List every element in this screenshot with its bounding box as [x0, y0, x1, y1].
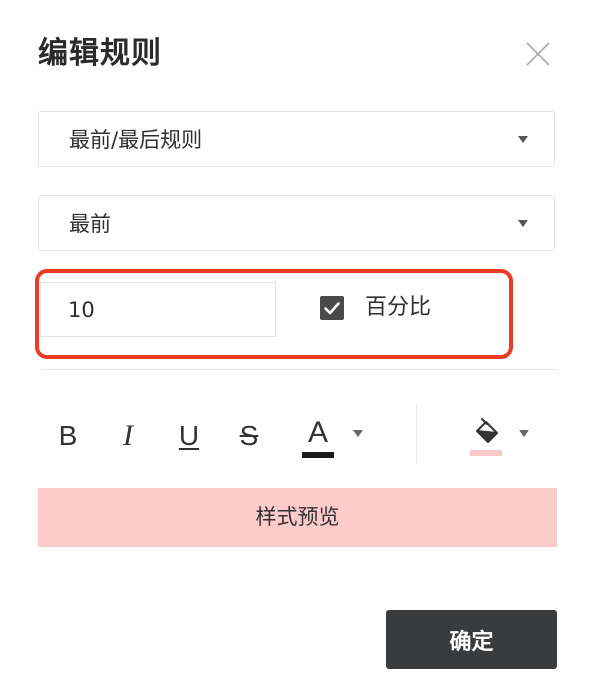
font-color-letter: A — [307, 416, 328, 449]
strikethrough-button[interactable]: S — [234, 416, 264, 456]
italic-button[interactable]: I — [114, 416, 142, 456]
rule-type-select-value: 最前/最后规则 — [69, 128, 203, 152]
rule-type-select[interactable]: 最前/最后规则 — [38, 111, 555, 167]
underline-button[interactable]: U — [174, 416, 204, 456]
font-color-dropdown-icon[interactable] — [353, 430, 363, 437]
position-select[interactable]: 最前 — [38, 195, 555, 251]
fill-color-dropdown-icon[interactable] — [519, 430, 529, 437]
caret-down-icon — [518, 136, 528, 143]
percent-checkbox[interactable] — [320, 296, 344, 320]
checkmark-icon — [324, 302, 340, 315]
close-icon[interactable] — [522, 38, 554, 70]
caret-down-icon — [518, 220, 528, 227]
toolbar-vertical-divider — [416, 404, 417, 464]
paint-bucket-icon — [476, 418, 498, 443]
font-color-button[interactable]: A — [300, 414, 336, 458]
edit-rule-dialog: 编辑规则 最前/最后规则 最前 百分比 B I U S A — [0, 0, 592, 696]
style-preview: 样式预览 — [38, 488, 557, 547]
font-color-swatch — [302, 452, 334, 458]
dialog-title: 编辑规则 — [38, 36, 162, 71]
percent-checkbox-label: 百分比 — [365, 295, 432, 320]
count-input[interactable] — [40, 282, 276, 337]
bold-button[interactable]: B — [54, 416, 82, 456]
fill-color-button[interactable] — [470, 416, 504, 456]
confirm-button[interactable]: 确定 — [386, 610, 557, 669]
toolbar-divider — [42, 369, 557, 370]
position-select-value: 最前 — [69, 212, 111, 236]
fill-color-swatch — [470, 450, 502, 456]
